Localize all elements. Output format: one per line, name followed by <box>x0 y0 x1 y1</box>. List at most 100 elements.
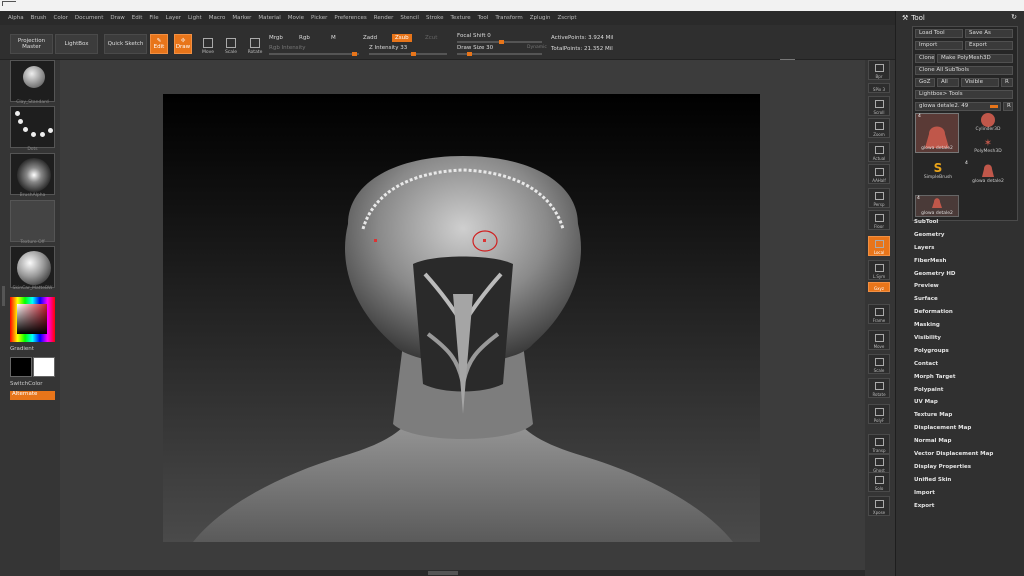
bottom-shelf-handle[interactable] <box>428 571 458 575</box>
lightbox-button[interactable]: LightBox <box>55 34 98 54</box>
shelf-button-l-sym[interactable]: L.Sym <box>868 260 890 280</box>
shelf-button-move[interactable]: Move <box>868 330 890 350</box>
import-button[interactable]: Import <box>915 41 963 50</box>
menu-item-brush[interactable]: Brush <box>31 15 47 21</box>
menu-item-render[interactable]: Render <box>374 15 394 21</box>
visible-button[interactable]: Visible <box>961 78 999 87</box>
tool-r-button[interactable]: R <box>1003 102 1013 111</box>
make-polymesh-button[interactable]: Make PolyMesh3D <box>937 54 1013 63</box>
tool-thumb-head-3[interactable]: 4 glowa detale2 <box>915 195 959 217</box>
scale-button[interactable]: Scale <box>221 33 241 55</box>
edit-button[interactable]: ✎ Edit <box>150 34 168 54</box>
mrgb-toggle[interactable]: Mrgb <box>269 35 283 41</box>
shelf-button-persp[interactable]: Persp <box>868 188 890 208</box>
alternate-button[interactable]: Alternate <box>10 391 55 400</box>
m-toggle[interactable]: M <box>331 35 336 41</box>
current-tool-thumb[interactable] <box>990 105 998 108</box>
menu-item-stencil[interactable]: Stencil <box>400 15 419 21</box>
section-export[interactable]: Export <box>914 503 1019 516</box>
shelf-button-spix-3[interactable]: SPix 3 <box>868 83 890 93</box>
menu-item-document[interactable]: Document <box>75 15 104 21</box>
section-uv-map[interactable]: UV Map <box>914 399 1019 412</box>
quick-sketch-button[interactable]: Quick Sketch <box>104 34 147 54</box>
section-import[interactable]: Import <box>914 490 1019 503</box>
current-tool-slider[interactable]: glowa detale2. 49 <box>915 102 1001 111</box>
section-display-properties[interactable]: Display Properties <box>914 464 1019 477</box>
primary-color-swatch[interactable] <box>10 357 32 377</box>
section-unified-skin[interactable]: Unified Skin <box>914 477 1019 490</box>
save-as-button[interactable]: Save As <box>965 29 1013 38</box>
shelf-button-scale[interactable]: Scale <box>868 354 890 374</box>
draw-button[interactable]: ✢ Draw <box>174 34 192 54</box>
move-button[interactable]: Move <box>198 33 218 55</box>
section-geometry-hd[interactable]: Geometry HD <box>914 271 1019 284</box>
section-masking[interactable]: Masking <box>914 322 1019 335</box>
all-button[interactable]: All <box>937 78 959 87</box>
shelf-button-transp[interactable]: Transp <box>868 434 890 454</box>
section-displacement-map[interactable]: Displacement Map <box>914 425 1019 438</box>
tool-palette-header[interactable]: ⚒ Tool ↻ <box>896 11 1024 25</box>
shelf-button-scroll[interactable]: Scroll <box>868 96 890 116</box>
section-deformation[interactable]: Deformation <box>914 309 1019 322</box>
section-texture-map[interactable]: Texture Map <box>914 412 1019 425</box>
menu-item-zscript[interactable]: Zscript <box>557 15 576 21</box>
menu-item-light[interactable]: Light <box>188 15 202 21</box>
draw-size-slider[interactable] <box>457 52 542 56</box>
z-intensity-label[interactable]: Z Intensity 33 <box>369 45 407 51</box>
menu-item-color[interactable]: Color <box>54 15 68 21</box>
section-surface[interactable]: Surface <box>914 296 1019 309</box>
menu-item-material[interactable]: Material <box>258 15 280 21</box>
shelf-button-local[interactable]: Local <box>868 236 890 256</box>
shelf-button-ghost[interactable]: Ghost <box>868 454 890 474</box>
shelf-button-gxyz[interactable]: Gxyz <box>868 282 890 292</box>
rgb-intensity-thumb[interactable] <box>352 52 357 56</box>
material-selector[interactable] <box>10 246 55 288</box>
draw-size-thumb[interactable] <box>467 52 472 56</box>
clone-button[interactable]: Clone <box>915 54 935 63</box>
section-visibility[interactable]: Visibility <box>914 335 1019 348</box>
goz-button[interactable]: GoZ <box>915 78 935 87</box>
shelf-button-floor[interactable]: Floor <box>868 210 890 230</box>
draw-size-label[interactable]: Draw Size 30 <box>457 45 493 51</box>
zadd-toggle[interactable]: Zadd <box>363 35 377 41</box>
tool-thumb-head[interactable]: 4 glowa detale2 <box>915 113 959 153</box>
load-tool-button[interactable]: Load Tool <box>915 29 963 38</box>
zsub-toggle[interactable]: Zsub <box>392 34 412 42</box>
z-intensity-slider[interactable] <box>369 52 447 56</box>
tool-thumb-head-2[interactable]: 4 glowa detale2 <box>965 161 1011 191</box>
rgb-intensity-slider[interactable] <box>269 52 359 56</box>
shelf-button-solo[interactable]: Solo <box>868 472 890 492</box>
shelf-button-actual[interactable]: Actual <box>868 142 890 162</box>
stroke-selector[interactable] <box>10 106 55 148</box>
menu-item-macro[interactable]: Macro <box>209 15 226 21</box>
section-layers[interactable]: Layers <box>914 245 1019 258</box>
menu-item-draw[interactable]: Draw <box>110 15 124 21</box>
section-morph-target[interactable]: Morph Target <box>914 374 1019 387</box>
brush-selector[interactable] <box>10 60 55 102</box>
viewport-canvas[interactable] <box>163 94 760 542</box>
menu-item-transform[interactable]: Transform <box>495 15 522 21</box>
section-fibermesh[interactable]: FiberMesh <box>914 258 1019 271</box>
menu-item-preferences[interactable]: Preferences <box>334 15 366 21</box>
menu-item-marker[interactable]: Marker <box>232 15 251 21</box>
clone-all-subtools-button[interactable]: Clone All SubTools <box>915 66 1013 75</box>
menu-item-picker[interactable]: Picker <box>311 15 327 21</box>
focal-shift-thumb[interactable] <box>499 40 504 44</box>
rgb-intensity-label[interactable]: Rgb Intensity <box>269 45 306 51</box>
menu-item-tool[interactable]: Tool <box>478 15 489 21</box>
menu-item-file[interactable]: File <box>149 15 158 21</box>
shelf-button-xpose[interactable]: Xpose <box>868 496 890 516</box>
section-vector-displacement-map[interactable]: Vector Displacement Map <box>914 451 1019 464</box>
shelf-button-polyf[interactable]: PolyF <box>868 404 890 424</box>
focal-shift-slider[interactable] <box>457 40 542 44</box>
shelf-button-zoom[interactable]: Zoom <box>868 118 890 138</box>
projection-master-button[interactable]: Projection Master <box>10 34 53 54</box>
export-button[interactable]: Export <box>965 41 1013 50</box>
menu-item-movie[interactable]: Movie <box>288 15 304 21</box>
gradient-toggle[interactable]: Gradient <box>10 346 34 352</box>
switch-color-button[interactable]: SwitchColor <box>10 381 43 387</box>
menu-item-zplugin[interactable]: Zplugin <box>530 15 551 21</box>
menu-item-alpha[interactable]: Alpha <box>8 15 24 21</box>
alpha-selector[interactable] <box>10 153 55 195</box>
zcut-toggle[interactable]: Zcut <box>425 35 437 41</box>
